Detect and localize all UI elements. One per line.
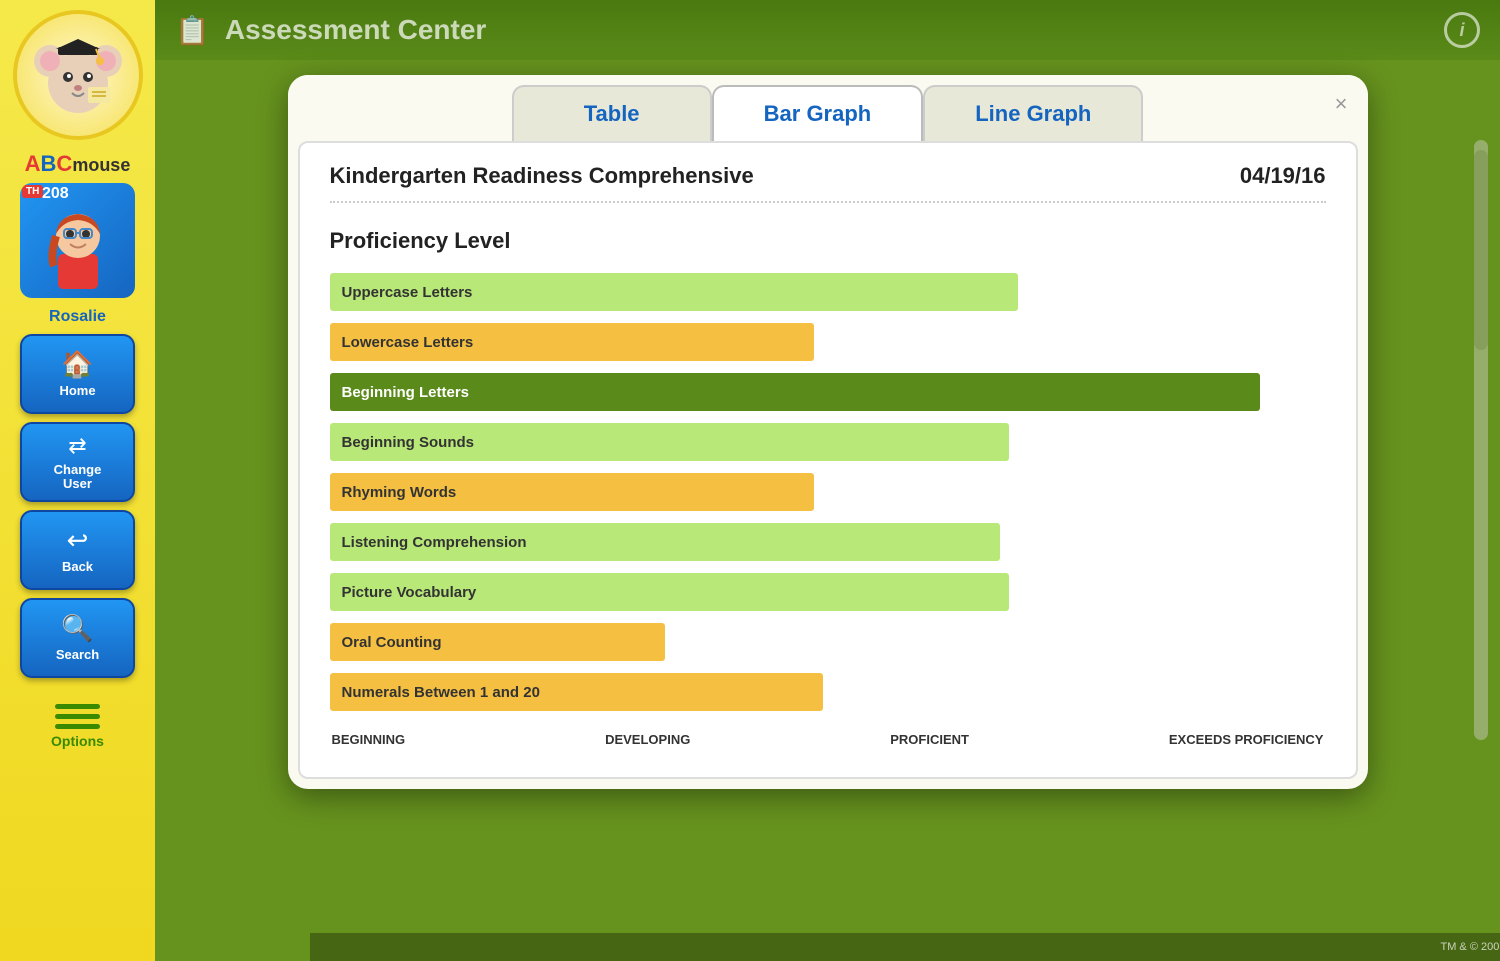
bar-fill-uppercase: Uppercase Letters (330, 273, 1018, 311)
assessment-title: Kindergarten Readiness Comprehensive (330, 163, 754, 189)
assessment-header: Kindergarten Readiness Comprehensive 04/… (330, 163, 1326, 203)
info-button[interactable]: i (1444, 12, 1480, 48)
options-button[interactable]: Options (20, 691, 135, 761)
hamburger-icon (55, 704, 100, 729)
bar-fill-rhyming-words: Rhyming Words (330, 473, 814, 511)
topbar-icon: 📋 (175, 14, 210, 47)
bar-fill-listening-comp: Listening Comprehension (330, 523, 1000, 561)
bar-chart: Uppercase Letters Lowercase Letters Beginn… (330, 272, 1326, 712)
tab-table[interactable]: Table (512, 85, 712, 141)
modal: × Table Bar Graph Line Graph Kindergarte… (288, 75, 1368, 789)
user-points: 208 (42, 185, 69, 203)
back-label: Back (62, 560, 93, 574)
bar-fill-picture-vocab: Picture Vocabulary (330, 573, 1009, 611)
bar-fill-beginning-sounds: Beginning Sounds (330, 423, 1009, 461)
bar-row: Picture Vocabulary (330, 572, 1326, 612)
home-icon: 🏠 (61, 349, 93, 380)
bar-fill-lowercase: Lowercase Letters (330, 323, 814, 361)
bar-row: Beginning Letters (330, 372, 1326, 412)
abcmouse-logo (28, 25, 128, 125)
x-axis: BEGINNING DEVELOPING PROFICIENT EXCEEDS PRO… (330, 732, 1326, 747)
logo-container (13, 10, 143, 140)
topbar-title: Assessment Center (225, 14, 486, 46)
main-area: 📋 Assessment Center i × Table Bar Graph … (155, 0, 1500, 961)
bar-row: Oral Counting (330, 622, 1326, 662)
user-avatar[interactable]: TH 208 (20, 183, 135, 298)
change-user-icon: ⇄ (68, 433, 86, 459)
logo-c: C (56, 151, 72, 176)
user-character (38, 206, 118, 296)
bar-row: Lowercase Letters (330, 322, 1326, 362)
assessment-date: 04/19/16 (1240, 163, 1326, 189)
modal-content: Kindergarten Readiness Comprehensive 04/… (298, 141, 1358, 779)
modal-close-button[interactable]: × (1335, 93, 1348, 115)
logo-a: A (25, 151, 41, 176)
bar-row: Rhyming Words (330, 472, 1326, 512)
user-badge: TH (22, 185, 43, 198)
change-user-button[interactable]: ⇄ ChangeUser (20, 422, 135, 502)
back-button[interactable]: ↩ Back (20, 510, 135, 590)
x-axis-label: DEVELOPING (605, 732, 690, 747)
x-axis-label: PROFICIENT (890, 732, 969, 747)
tab-bar-graph[interactable]: Bar Graph (712, 85, 924, 141)
search-icon: 🔍 (61, 613, 93, 644)
topbar: 📋 Assessment Center i (155, 0, 1500, 60)
bar-fill-oral-counting: Oral Counting (330, 623, 665, 661)
footer-copyright: TM & © 2007–2016 Age of Learning, Inc. (1440, 941, 1500, 953)
tabs-container: Table Bar Graph Line Graph (288, 75, 1368, 141)
bar-row: Numerals Between 1 and 20 (330, 672, 1326, 712)
logo-text: ABCABCmousemouse (25, 153, 131, 175)
bar-row: Uppercase Letters (330, 272, 1326, 312)
logo-b: B (41, 151, 57, 176)
sidebar: ABCABCmousemouse TH 208 Rosalie 🏠 (0, 0, 155, 961)
bar-row: Beginning Sounds (330, 422, 1326, 462)
bar-row: Listening Comprehension (330, 522, 1326, 562)
home-button[interactable]: 🏠 Home (20, 334, 135, 414)
user-name: Rosalie (49, 308, 106, 326)
home-label: Home (59, 384, 95, 398)
section-title: Proficiency Level (330, 228, 1326, 254)
x-axis-label: BEGINNING (332, 732, 406, 747)
search-button[interactable]: 🔍 Search (20, 598, 135, 678)
tab-line-graph[interactable]: Line Graph (923, 85, 1143, 141)
bar-fill-numerals: Numerals Between 1 and 20 (330, 673, 823, 711)
bar-fill-beginning-letters: Beginning Letters (330, 373, 1260, 411)
change-user-label: ChangeUser (54, 463, 102, 492)
modal-overlay: × Table Bar Graph Line Graph Kindergarte… (155, 60, 1500, 961)
x-axis-label: EXCEEDS PROFICIENCY (1169, 732, 1324, 747)
back-icon: ↩ (67, 525, 89, 556)
options-label: Options (51, 733, 104, 749)
search-label: Search (56, 648, 99, 662)
footer: TM & © 2007–2016 Age of Learning, Inc. (310, 933, 1500, 961)
